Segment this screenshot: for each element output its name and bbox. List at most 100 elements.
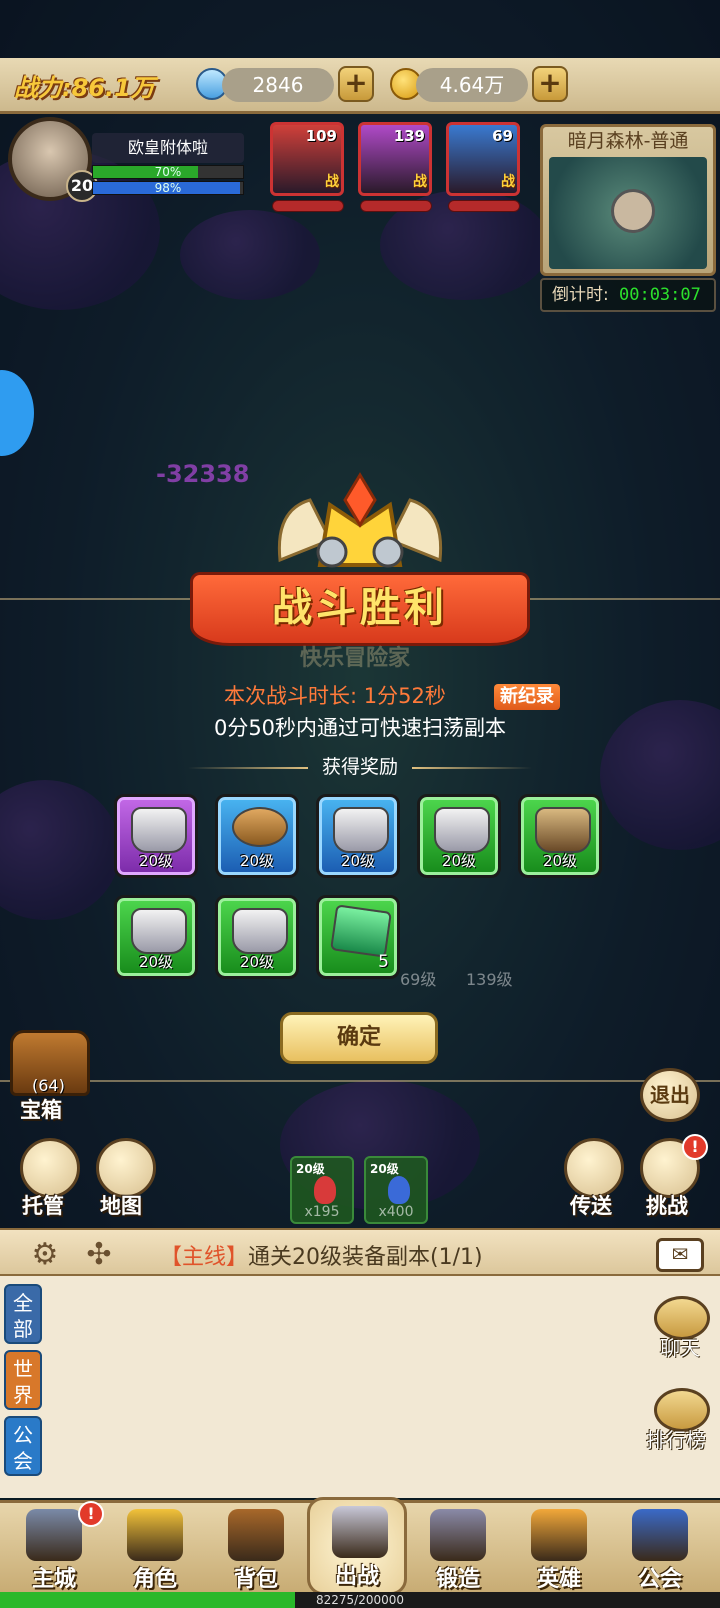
nav-item[interactable]: 锻造 (408, 1503, 508, 1595)
hero-hp-bar (360, 200, 432, 212)
potion-flask-icon (388, 1176, 410, 1204)
reward-level: 20级 (340, 852, 376, 870)
player-hp-bar: 70% (92, 165, 244, 179)
hero-level: 69 (492, 127, 513, 145)
hero-level: 109 (305, 127, 337, 145)
map-title: 暗月森林-普通 (567, 130, 689, 152)
nav-label: 锻造 (435, 1567, 480, 1592)
teleport-label: 传送 (570, 1194, 612, 1218)
notification-badge: ! (78, 1501, 104, 1527)
helmet-icon (232, 908, 288, 954)
reward-item[interactable]: 20级 (114, 794, 198, 878)
map-icon[interactable] (96, 1138, 156, 1198)
reward-item[interactable]: 20级 (518, 794, 602, 878)
reward-level: 20级 (542, 852, 578, 870)
nav-item[interactable]: 公会 (610, 1503, 710, 1595)
ranking-label: 排行榜 (646, 1428, 706, 1452)
victory-banner: 战斗胜利 (190, 572, 530, 646)
nav-item[interactable]: 英雄 (509, 1503, 609, 1595)
hero-slot[interactable]: 109 战 (270, 122, 344, 196)
potion-level: 20级 (296, 1162, 325, 1176)
quest-tag: 【主线】 (160, 1245, 249, 1270)
sweep-hint: 0分50秒内通过可快速扫荡副本 (213, 716, 507, 740)
nav-label: 公会 (637, 1567, 682, 1592)
armor-icon (333, 807, 389, 853)
hero-hp-bar (272, 200, 344, 212)
player-name: 欧皇附体啦 (92, 133, 244, 163)
reward-item[interactable]: 5 (316, 895, 400, 979)
reward-level: 20级 (138, 852, 174, 870)
nav-item[interactable]: 出战 (307, 1497, 407, 1595)
nav-item[interactable]: 背包 (206, 1503, 306, 1595)
reward-level: 20级 (239, 953, 275, 971)
chat-tab[interactable]: 世界 (4, 1350, 42, 1410)
main-quest-bar[interactable]: ⚙ ✣ 【主线】通关20级装备副本(1/1) ✉ (0, 1228, 720, 1276)
mail-icon[interactable]: ✉ (656, 1238, 704, 1272)
potion-count: x195 (304, 1204, 340, 1220)
chat-panel: 全部 世界 公会 聊天 排行榜 (0, 1276, 720, 1498)
potion-slot[interactable]: 20级 x195 (290, 1156, 354, 1224)
quest-description: 通关20级装备副本(1/1) (248, 1245, 483, 1270)
chat-tab[interactable]: 全部 (4, 1284, 42, 1344)
chat-tab[interactable]: 公会 (4, 1416, 42, 1476)
hero-slot[interactable]: 139 战 (358, 122, 432, 196)
hp-percent: 70% (154, 165, 182, 179)
armor-icon (131, 807, 187, 853)
boots-icon (535, 807, 591, 853)
rewards-title-text: 获得奖励 (321, 756, 398, 778)
reward-count: 5 (378, 952, 389, 972)
timer-value: 00:03:07 (618, 285, 701, 305)
add-gold-button[interactable]: + (532, 66, 568, 102)
timer-label: 倒计时: (552, 285, 609, 305)
armor-icon (434, 807, 490, 853)
reward-item[interactable]: 20级 (114, 895, 198, 979)
potion-slot[interactable]: 20级 x400 (364, 1156, 428, 1224)
crossed-swords-icon (332, 1506, 388, 1558)
teleport-scroll-icon[interactable] (564, 1138, 624, 1198)
hero-hp-bar (448, 200, 520, 212)
nav-label: 角色 (132, 1567, 177, 1592)
reward-item[interactable]: 20级 (215, 794, 299, 878)
reward-item[interactable]: 20级 (215, 895, 299, 979)
gamepad-icon[interactable] (20, 1138, 80, 1198)
puzzle-icon[interactable]: ✣ (82, 1238, 116, 1272)
exit-button[interactable]: 退出 (640, 1068, 700, 1122)
rewards-title: 获得奖励 (0, 752, 720, 779)
bottom-navigation: 主城! 角色 背包 出战 锻造 英雄 公会 (0, 1497, 720, 1595)
reward-item[interactable]: 20级 (316, 794, 400, 878)
hero-level: 139 (393, 127, 425, 145)
backpack-icon (228, 1509, 284, 1561)
crown-icon (127, 1509, 183, 1561)
chat-label: 聊天 (660, 1336, 700, 1360)
quest-text: 【主线】通关20级装备副本(1/1) (160, 1239, 483, 1271)
nav-item[interactable]: 角色 (105, 1503, 205, 1595)
challenge-label: 挑战 (646, 1194, 688, 1218)
reward-item[interactable]: 20级 (417, 794, 501, 878)
add-gems-button[interactable]: + (338, 66, 374, 102)
hero-battle-tag: 战 (501, 174, 515, 190)
gem-icon (330, 904, 392, 958)
nav-item[interactable]: 主城! (4, 1501, 104, 1595)
divider (0, 1080, 720, 1082)
hero-battle-tag: 战 (325, 174, 339, 190)
hero-battle-tag: 战 (413, 174, 427, 190)
minimap[interactable]: 暗月森林-普通 (540, 124, 716, 276)
player-mp-bar: 98% (92, 181, 244, 195)
confirm-button[interactable]: 确定 (280, 1012, 438, 1064)
experience-text: 82275/200000 (315, 1593, 405, 1607)
nav-label: 英雄 (536, 1567, 581, 1592)
gear-icon[interactable]: ⚙ (28, 1238, 62, 1272)
hero-slot[interactable]: 69 战 (446, 122, 520, 196)
background-player-name: 快乐冒险家 (300, 646, 411, 671)
countdown-timer: 倒计时: 00:03:07 (540, 278, 716, 312)
nav-label: 主城 (31, 1567, 76, 1592)
gauntlet-icon (131, 908, 187, 954)
victory-crown-icon (277, 472, 443, 568)
exit-label: 退出 (650, 1083, 690, 1107)
mp-percent: 98% (154, 181, 182, 195)
auto-battle-label: 托管 (22, 1194, 64, 1218)
resource-bar: 战力:86.1万 2846 + 4.64万 + (0, 58, 720, 114)
gold-count: 4.64万 (416, 68, 528, 102)
reward-level: 20级 (138, 953, 174, 971)
notification-badge: ! (682, 1134, 708, 1160)
